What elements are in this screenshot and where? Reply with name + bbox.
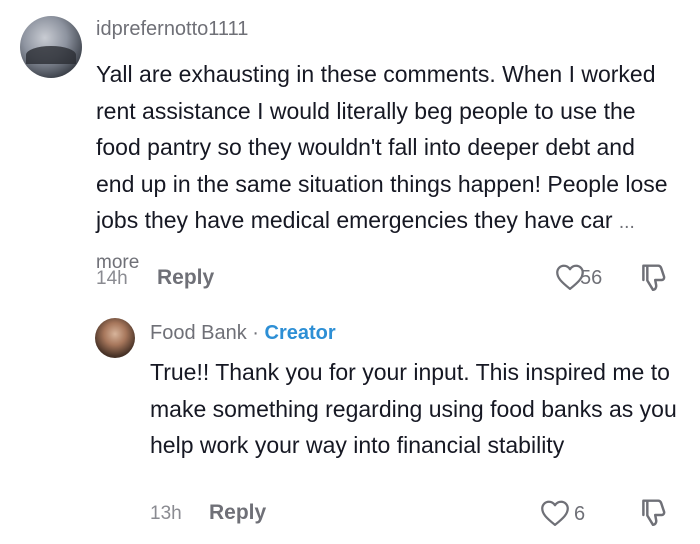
comment-like-count: 56	[580, 267, 603, 289]
reply-header: Food Bank · Creator	[150, 322, 336, 345]
separator-dot: ·	[252, 322, 259, 344]
reply-like-count: 6	[574, 503, 586, 525]
dislike-icon[interactable]	[637, 262, 667, 294]
creator-avatar[interactable]	[95, 318, 135, 358]
comment-body: Yall are exhausting in these comments. W…	[96, 56, 676, 281]
commenter-username[interactable]: idprefernotto1111	[96, 18, 248, 41]
dislike-icon[interactable]	[637, 497, 667, 529]
creator-badge: Creator	[264, 322, 336, 344]
comment-text: Yall are exhausting in these comments. W…	[96, 61, 668, 233]
reply-username[interactable]: Food Bank	[150, 322, 247, 344]
reply-reply-button[interactable]: Reply	[209, 501, 266, 525]
commenter-avatar[interactable]	[20, 16, 82, 78]
comment-reply-button[interactable]: Reply	[157, 266, 214, 290]
heart-icon[interactable]	[540, 499, 570, 527]
reply-timestamp: 13h	[150, 503, 182, 524]
reply-body: True!! Thank you for your input. This in…	[150, 359, 677, 458]
comment-timestamp: 14h	[96, 268, 128, 289]
